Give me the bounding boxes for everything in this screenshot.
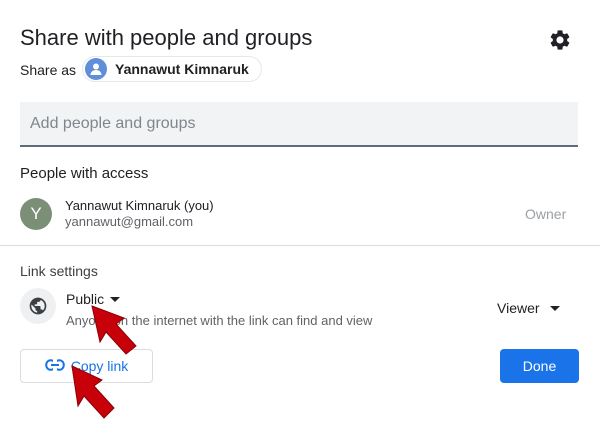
access-level-dropdown[interactable]: Public [66, 291, 121, 307]
dialog-title: Share with people and groups [20, 25, 313, 50]
person-email: yannawut@gmail.com [65, 214, 194, 229]
share-as-account-name: Yannawut Kimnaruk [115, 61, 249, 77]
done-button[interactable]: Done [500, 349, 579, 383]
account-avatar-icon [85, 58, 107, 80]
access-level-label: Public [66, 291, 105, 307]
gear-icon[interactable] [548, 28, 572, 52]
link-role-dropdown[interactable]: Viewer [497, 300, 560, 316]
section-divider [0, 245, 600, 246]
link-settings-heading: Link settings [20, 263, 98, 279]
chevron-down-icon [110, 296, 121, 302]
copy-link-button[interactable]: Copy link [20, 349, 153, 383]
copy-link-label: Copy link [70, 358, 129, 374]
link-icon [44, 358, 65, 374]
share-as-label: Share as [20, 62, 77, 78]
globe-icon [20, 288, 56, 324]
chevron-down-icon [549, 305, 560, 311]
people-with-access-heading: People with access [20, 165, 149, 182]
share-as-account-chip[interactable]: Yannawut Kimnaruk [82, 56, 262, 82]
link-role-label: Viewer [497, 300, 540, 316]
access-description: Anyone on the internet with the link can… [66, 313, 373, 328]
person-avatar: Y [20, 198, 52, 230]
person-role: Owner [525, 206, 567, 222]
person-name: Yannawut Kimnaruk (you) [65, 198, 214, 213]
add-people-input[interactable] [20, 102, 578, 147]
